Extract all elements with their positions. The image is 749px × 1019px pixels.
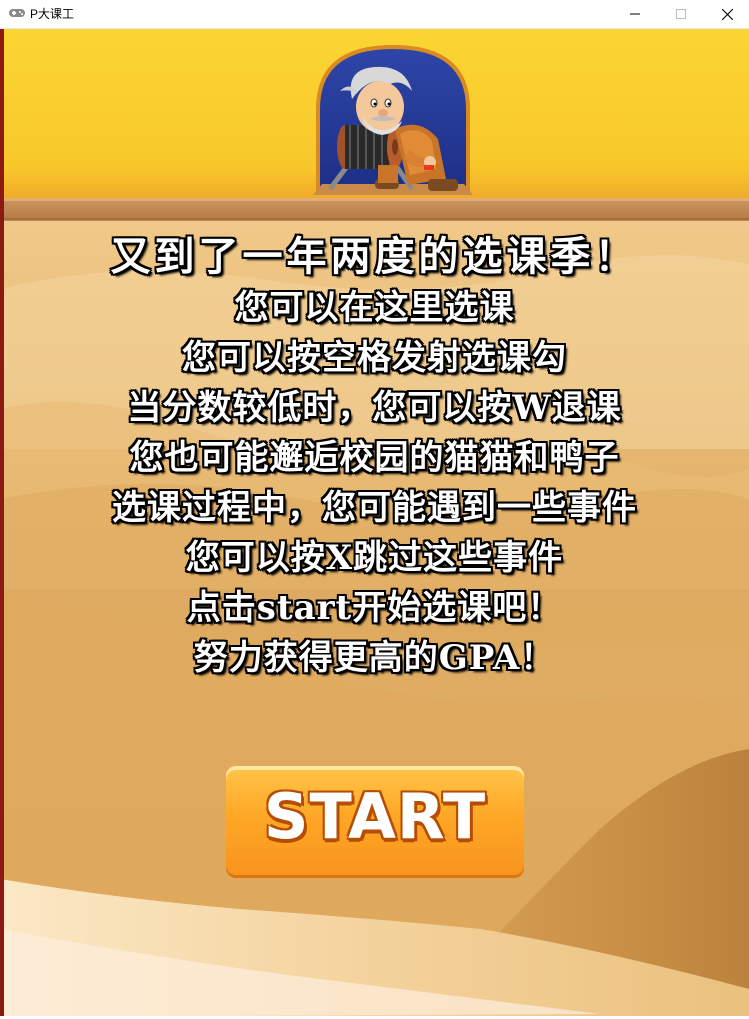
instruction-headline: 又到了一年两度的选课季！ [110,233,639,280]
instruction-line: 努力获得更高的GPA！ [193,638,556,678]
instruction-line: 点击start开始选课吧！ [186,588,563,628]
instruction-line: 您可以在这里选课 [234,288,515,328]
instruction-line: 选课过程中，您可能遇到一些事件 [112,488,637,528]
instruction-line: 您可以按空格发射选课勾 [182,338,567,378]
instruction-line: 您也可能邂逅校园的猫猫和鸭子 [129,438,620,478]
title-bar[interactable]: P大课工 [0,0,749,29]
gamepad-icon [9,9,25,17]
window-title: P大课工 [30,7,75,21]
close-button[interactable] [704,0,749,28]
close-icon [721,8,733,20]
minimize-button[interactable] [612,0,658,28]
maximize-icon [676,9,686,19]
instruction-line: 当分数较低时，您可以按W退课 [127,388,622,428]
game-canvas[interactable]: 又到了一年两度的选课季！ 您可以在这里选课 您可以按空格发射选课勾 当分数较低时… [0,29,749,1017]
instructions-panel: 又到了一年两度的选课季！ 您可以在这里选课 您可以按空格发射选课勾 当分数较低时… [0,231,749,683]
maximize-button[interactable] [658,0,704,28]
start-button[interactable]: START [226,766,524,890]
app-window: P大课工 又到了一年两度的选课季！ 您可以在这里选课 您可以按空格发射选课勾 当… [0,0,749,1019]
start-button-label: START [263,780,487,853]
minimize-icon [630,13,640,15]
instruction-line: 您可以按X跳过这些事件 [185,538,564,578]
